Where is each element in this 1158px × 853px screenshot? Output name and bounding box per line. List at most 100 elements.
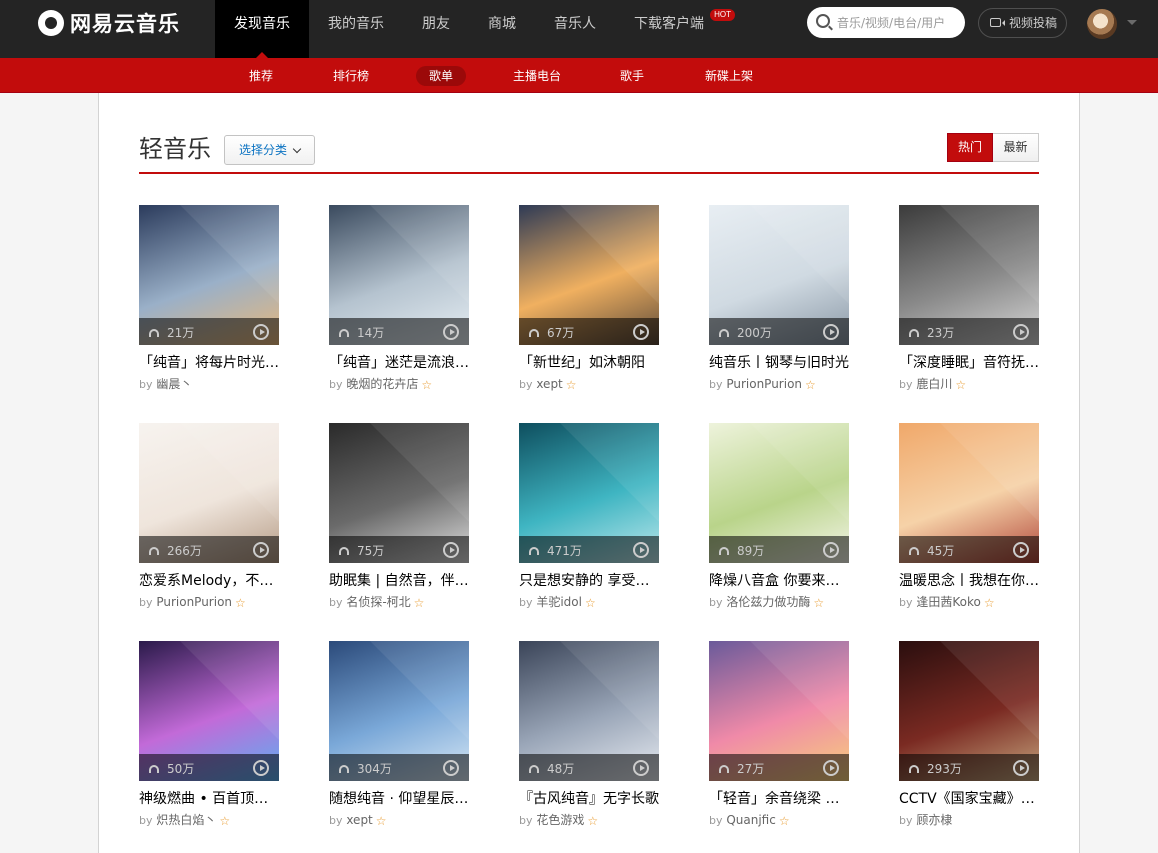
playlist-title[interactable]: 降燥八音盒 你要来一首吗 [709,572,849,590]
logo[interactable]: 网易云音乐 [38,9,180,37]
subnav-item[interactable]: 歌手 [607,66,657,86]
play-icon[interactable] [1013,760,1029,776]
play-icon[interactable] [633,542,649,558]
cover-info-bar: 67万 [519,318,659,345]
play-icon[interactable] [253,542,269,558]
playlist-card: 304万 随想纯音 · 仰望星辰大海 by xept ☆ [329,641,469,841]
play-count: 48万 [547,762,575,776]
playlist-author: by 炽热白焰丶 ☆ [139,813,289,828]
author-name[interactable]: PurionPurion [726,377,802,391]
nav-item[interactable]: 商城 [469,0,535,58]
playlist-cover[interactable]: 200万 [709,205,849,345]
author-name[interactable]: 羊驼idol [536,595,582,609]
playlist-cover[interactable]: 14万 [329,205,469,345]
nav-item[interactable]: 我的音乐 [309,0,403,58]
by-label: by [899,596,913,609]
subnav-item[interactable]: 推荐 [236,66,286,86]
search-box[interactable] [807,7,965,38]
playlist-cover[interactable]: 48万 [519,641,659,781]
by-label: by [139,378,153,391]
playlist-cover[interactable]: 293万 [899,641,1039,781]
playlist-cover[interactable]: 304万 [329,641,469,781]
author-name[interactable]: PurionPurion [156,595,232,609]
playlist-title[interactable]: 「纯音」将每片时光都折成纸飞机 [139,354,279,372]
author-name[interactable]: 炽热白焰丶 [156,813,216,827]
select-category-button[interactable]: 选择分类 [224,135,315,165]
subnav-item[interactable]: 主播电台 [500,66,574,86]
author-name[interactable]: 逢田茜Koko [916,595,980,609]
playlist-cover[interactable]: 266万 [139,423,279,563]
play-count: 293万 [927,762,962,776]
play-icon[interactable] [823,324,839,340]
play-icon[interactable] [633,324,649,340]
play-icon[interactable] [1013,324,1029,340]
nav-item[interactable]: 音乐人 [535,0,615,58]
author-name[interactable]: 晚烟的花卉店 [346,377,418,391]
play-icon[interactable] [823,542,839,558]
play-icon[interactable] [253,324,269,340]
author-name[interactable]: 名侦探-柯北 [346,595,410,609]
play-icon[interactable] [633,760,649,776]
avatar[interactable] [1087,9,1117,39]
playlist-cover[interactable]: 27万 [709,641,849,781]
author-name[interactable]: 幽晨丶 [156,377,192,391]
nav-item[interactable]: 发现音乐 [215,0,309,58]
video-upload-button[interactable]: 视频投稿 [978,8,1067,38]
playlist-title[interactable]: 随想纯音 · 仰望星辰大海 [329,790,469,808]
playlist-cover[interactable]: 471万 [519,423,659,563]
play-icon[interactable] [253,760,269,776]
playlist-cover[interactable]: 21万 [139,205,279,345]
author-name[interactable]: xept [536,377,562,391]
star-icon: ☆ [421,378,433,392]
sort-hot-button[interactable]: 热门 [947,133,993,162]
subnav-item[interactable]: 歌单 [416,66,467,86]
playlist-card: 48万 『古风纯音』无字长歌 by 花色游戏 ☆ [519,641,659,841]
playlist-cover[interactable]: 23万 [899,205,1039,345]
playlist-title[interactable]: 「新世纪」如沐朝阳 [519,354,659,372]
by-label: by [139,596,153,609]
playlist-title[interactable]: CCTV《国家宝藏》|纯音乐 [899,790,1039,808]
star-icon: ☆ [813,596,825,610]
cover-gloss [750,205,849,304]
cover-gloss [180,205,279,304]
author-name[interactable]: xept [346,813,372,827]
playlist-author: by Quanjfic ☆ [709,813,859,828]
play-icon[interactable] [443,542,459,558]
sort-new-button[interactable]: 最新 [993,133,1039,162]
playlist-author: by 晚烟的花卉店 ☆ [329,377,479,392]
playlist-cover[interactable]: 50万 [139,641,279,781]
playlist-author: by 顾亦棣 [899,813,1049,828]
playlist-cover[interactable]: 89万 [709,423,849,563]
playlist-card: 266万恋爱系Melody，不要忘记 by PurionPurion☆ [139,423,279,623]
playlist-cover[interactable]: 75万 [329,423,469,563]
author-name[interactable]: 顾亦棣 [916,813,952,827]
playlist-title[interactable]: 温暖思念丨我想在你身边 [899,572,1039,590]
playlist-title[interactable]: 「纯音」迷茫是流浪的孤独 [329,354,469,372]
playlist-title[interactable]: 助眠集 | 自然音，伴你入眠 [329,572,469,590]
nav-item[interactable]: 下载客户端 HOT [615,0,735,58]
search-input[interactable] [835,13,959,32]
playlist-cover[interactable]: 67万 [519,205,659,345]
playlist-title[interactable]: 恋爱系Melody，不要忘记 [139,572,279,590]
cover-info-bar: 89万 [709,536,849,563]
playlist-title[interactable]: 「轻音」余音绕梁 三日不绝 [709,790,849,808]
nav-item[interactable]: 朋友 [403,0,469,58]
subnav-item[interactable]: 新碟上架 [692,66,766,86]
play-icon[interactable] [443,324,459,340]
playlist-title[interactable]: 『古风纯音』无字长歌 [519,790,659,808]
playlist-cover[interactable]: 45万 [899,423,1039,563]
caret-down-icon[interactable] [1127,20,1137,30]
author-name[interactable]: 鹿白川 [916,377,952,391]
play-icon[interactable] [443,760,459,776]
author-name[interactable]: 花色游戏 [536,813,584,827]
author-name[interactable]: 洛伦兹力做功酶 [726,595,810,609]
playlist-title[interactable]: 只是想安静的 享受一个人 [519,572,659,590]
play-icon[interactable] [823,760,839,776]
playlist-title[interactable]: 「深度睡眠」音符抚平心灵 [899,354,1039,372]
subnav-item[interactable]: 排行榜 [320,66,382,86]
playlist-title[interactable]: 纯音乐丨钢琴与旧时光 [709,354,849,372]
play-icon[interactable] [1013,542,1029,558]
author-name[interactable]: Quanjfic [726,813,776,827]
playlist-title[interactable]: 神级燃曲 • 百首顶级纯音 [139,790,279,808]
headphone-icon [909,329,919,337]
